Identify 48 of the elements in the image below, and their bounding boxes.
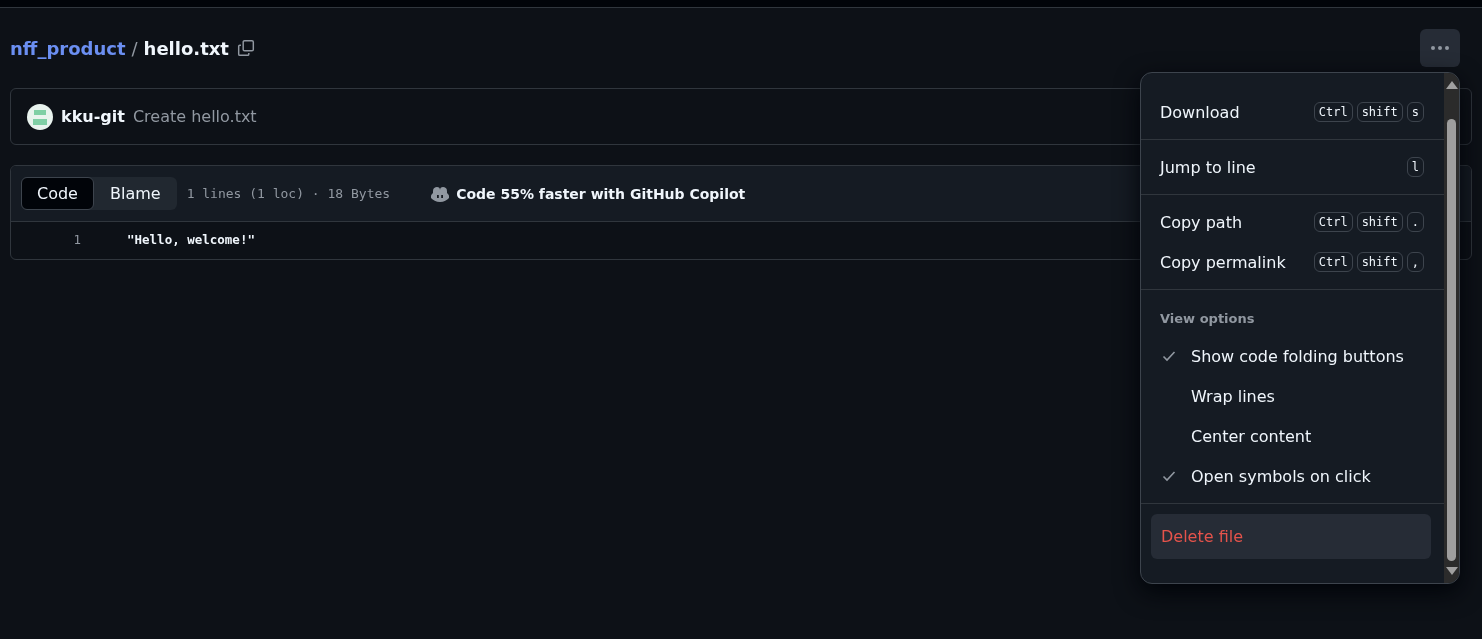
shortcut-key: s <box>1406 102 1424 122</box>
menu-item[interactable]: Copy path Ctrl shift . <box>1141 202 1444 242</box>
path-separator: / <box>131 37 138 59</box>
repo-link[interactable]: nff_product <box>10 37 126 59</box>
menu-item-label: Jump to line <box>1160 157 1256 177</box>
scrollbar[interactable] <box>1444 73 1459 583</box>
view-tab[interactable]: Blame <box>93 177 177 210</box>
avatar <box>27 103 53 130</box>
menu-item-label: Copy permalink <box>1160 252 1286 272</box>
menu-option-label: Wrap lines <box>1191 386 1275 406</box>
menu-option[interactable]: Show code folding buttons <box>1141 336 1444 376</box>
shortcut-key: Ctrl <box>1313 252 1353 272</box>
copilot-icon <box>430 184 451 203</box>
scroll-up-icon <box>1445 81 1458 89</box>
commit-message[interactable]: Create hello.txt <box>132 107 257 126</box>
author-link[interactable]: kku-git <box>61 107 125 126</box>
menu-option[interactable]: Wrap lines <box>1141 376 1444 416</box>
menu-item-label: Copy path <box>1160 212 1243 232</box>
delete-file-button[interactable]: Delete file <box>1151 514 1431 559</box>
shortcut-key: shift <box>1356 102 1403 122</box>
more-options-button[interactable] <box>1420 29 1460 67</box>
scroll-down-icon <box>1445 567 1458 575</box>
shortcut-key: l <box>1406 157 1424 177</box>
menu-item[interactable]: Jump to line l <box>1141 147 1444 187</box>
code-line: "Hello, welcome!" <box>127 232 255 247</box>
shortcut-key: , <box>1406 252 1424 272</box>
shortcut-key: shift <box>1356 252 1403 272</box>
menu-item[interactable]: Copy permalink Ctrl shift , <box>1141 242 1444 282</box>
shortcut-key: Ctrl <box>1313 212 1353 232</box>
view-tab[interactable]: Code <box>21 177 94 210</box>
file-name: hello.txt <box>143 37 229 59</box>
shortcut-key: Ctrl <box>1313 102 1353 122</box>
menu-item[interactable]: Download Ctrl shift s <box>1141 92 1444 132</box>
line-number: 1 <box>72 232 82 247</box>
copilot-link[interactable]: Code 55% faster with GitHub Copilot <box>430 184 746 203</box>
menu-option[interactable]: Open symbols on click <box>1141 456 1444 496</box>
shortcut-key: . <box>1406 212 1424 232</box>
shortcut-key: shift <box>1356 212 1403 232</box>
more-icon <box>1430 45 1450 51</box>
scrollbar-thumb[interactable] <box>1447 119 1456 561</box>
file-stats: 1 lines (1 loc) · 18 Bytes <box>186 186 391 201</box>
menu-item-label: Download <box>1160 102 1240 122</box>
menu-option[interactable]: Center content <box>1141 416 1444 456</box>
menu-option-label: Open symbols on click <box>1191 466 1371 486</box>
menu-option-label: Center content <box>1191 426 1312 446</box>
menu-option-label: Show code folding buttons <box>1191 346 1404 366</box>
copy-icon <box>236 39 255 57</box>
section-heading: View options <box>1159 310 1256 328</box>
